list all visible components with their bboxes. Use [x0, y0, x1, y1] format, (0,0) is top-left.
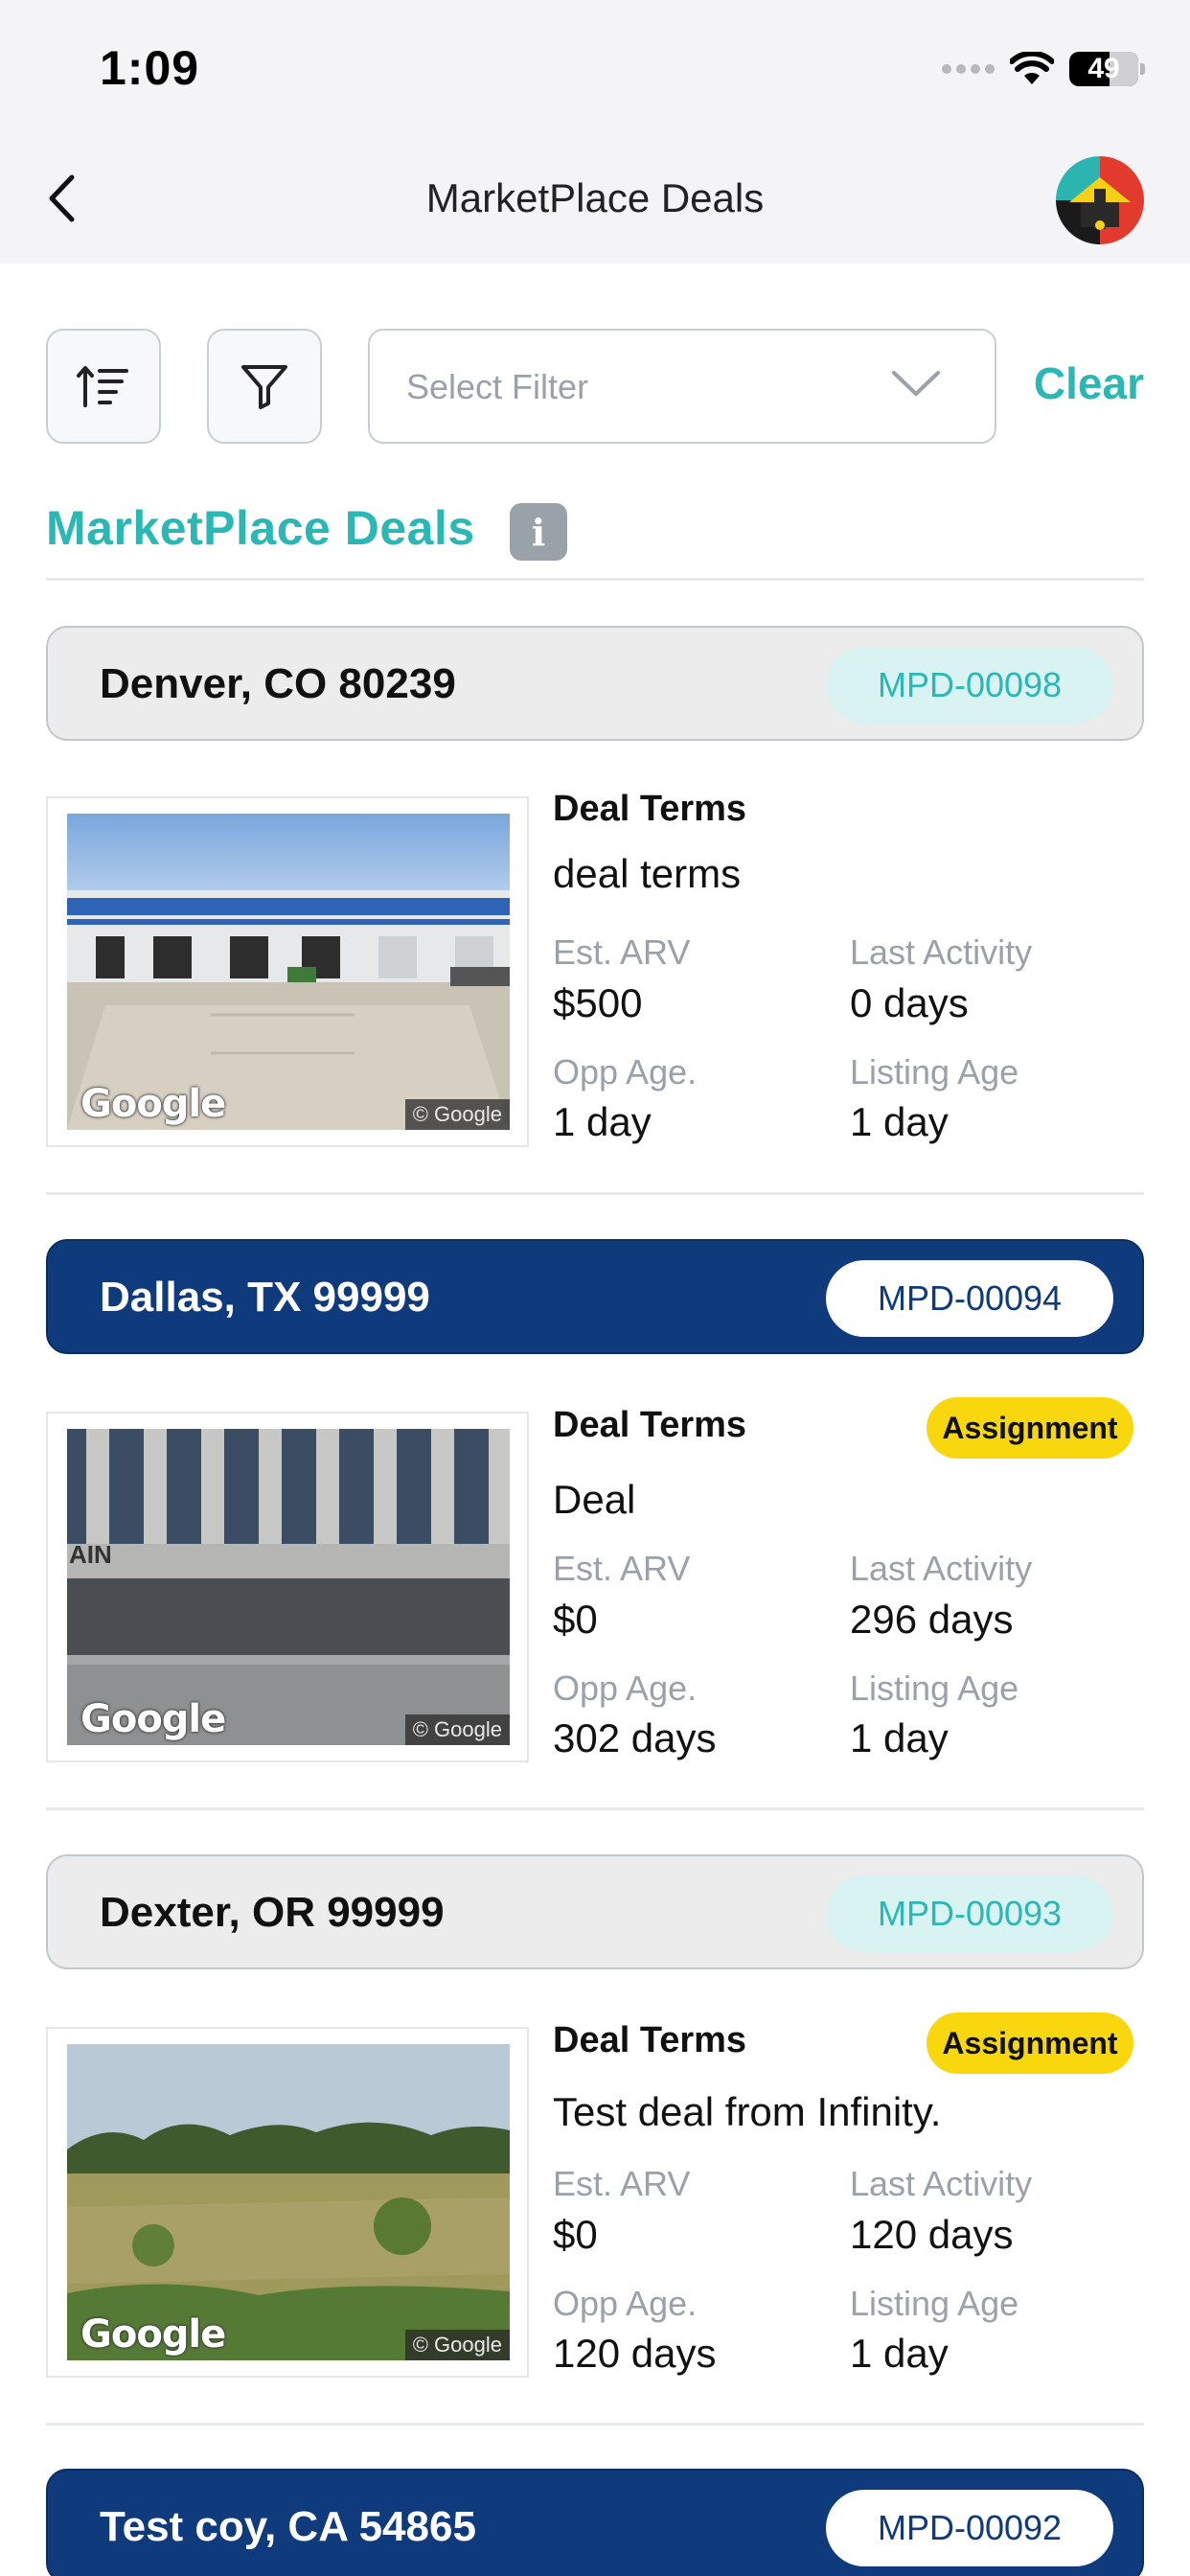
info-icon[interactable]: i [510, 503, 567, 561]
status-bar: 1:09 49 [0, 0, 1190, 139]
section-title: MarketPlace Deals [46, 501, 475, 555]
est-arv-label: Est. ARV [553, 2164, 691, 2203]
est-arv-value: $0 [553, 1597, 598, 1642]
select-filter-placeholder: Select Filter [406, 367, 589, 406]
avatar[interactable] [1056, 156, 1144, 244]
opp-age-label: Opp Age. [553, 2284, 698, 2323]
listing-age-label: Listing Age [850, 1668, 1019, 1708]
deal-location: Dexter, OR 99999 [100, 1889, 445, 1936]
deal-terms-text: Test deal from Infinity. [553, 2089, 942, 2134]
select-filter-dropdown[interactable]: Select Filter [368, 329, 996, 444]
chevron-down-icon [892, 371, 940, 396]
deal-location: Denver, CO 80239 [100, 660, 456, 707]
filter-toolbar: Select Filter Clear [46, 329, 1144, 444]
listing-age-value: 1 day [850, 2331, 949, 2376]
opp-age-value: 302 days [553, 1715, 717, 1760]
status-time: 1:09 [100, 41, 200, 95]
opp-age-value: 120 days [553, 2331, 717, 2376]
sort-button[interactable] [46, 329, 161, 444]
deal-code-badge: MPD-00092 [826, 2490, 1113, 2566]
divider [46, 1807, 1144, 1810]
est-arv-label: Est. ARV [553, 1549, 691, 1588]
nav-bar: MarketPlace Deals [0, 139, 1190, 264]
est-arv-value: $500 [553, 980, 643, 1025]
deal-header[interactable]: Dexter, OR 99999 MPD-00093 [46, 1854, 1144, 1969]
opp-age-value: 1 day [553, 1099, 652, 1144]
deal-terms-label: Deal Terms [553, 2020, 747, 2060]
listing-age-label: Listing Age [850, 2284, 1019, 2323]
property-photo[interactable]: AIN Google © Google [46, 1412, 529, 1762]
last-activity-label: Last Activity [850, 2164, 1033, 2203]
deal-terms-label: Deal Terms [553, 1405, 747, 1445]
google-copyright: © Google [404, 2330, 510, 2360]
battery-level: 49 [1087, 53, 1120, 84]
deal-header[interactable]: Test coy, CA 54865 MPD-00092 [46, 2469, 1144, 2576]
last-activity-value: 0 days [850, 980, 969, 1025]
deal-code-badge: MPD-00098 [826, 647, 1113, 724]
battery-icon: 49 [1069, 52, 1145, 86]
deal-terms-label: Deal Terms [553, 789, 747, 829]
last-activity-label: Last Activity [850, 932, 1033, 972]
divider [46, 2423, 1144, 2426]
wifi-icon [1010, 52, 1054, 84]
deal-header[interactable]: Dallas, TX 99999 MPD-00094 [46, 1239, 1144, 1354]
filter-button[interactable] [207, 329, 322, 444]
opp-age-label: Opp Age. [553, 1668, 698, 1708]
deal-location: Test coy, CA 54865 [100, 2503, 476, 2550]
last-activity-value: 120 days [850, 2212, 1014, 2257]
last-activity-label: Last Activity [850, 1549, 1033, 1588]
deal-location: Dallas, TX 99999 [100, 1274, 430, 1321]
last-activity-value: 296 days [850, 1597, 1014, 1642]
funnel-icon [241, 365, 287, 409]
deal-header[interactable]: Denver, CO 80239 MPD-00098 [46, 626, 1144, 741]
google-copyright: © Google [404, 1714, 510, 1745]
sort-icon [77, 366, 128, 407]
deal-code-badge: MPD-00093 [826, 1875, 1113, 1952]
property-photo[interactable]: Google © Google [46, 2027, 529, 2378]
est-arv-label: Est. ARV [553, 932, 691, 972]
assignment-badge: Assignment [927, 1397, 1133, 1459]
property-photo[interactable]: Google © Google [46, 796, 529, 1147]
divider [46, 578, 1144, 581]
opp-age-label: Opp Age. [553, 1052, 698, 1092]
listing-age-label: Listing Age [850, 1052, 1019, 1092]
assignment-badge: Assignment [927, 2012, 1133, 2074]
deal-code-badge: MPD-00094 [826, 1260, 1113, 1337]
google-logo: Google [80, 1697, 226, 1741]
status-indicators: 49 [942, 52, 1145, 86]
google-logo: Google [80, 2312, 226, 2357]
google-logo: Google [80, 1082, 226, 1126]
deal-terms-text: Deal [553, 1477, 636, 1522]
clear-button[interactable]: Clear [1034, 357, 1144, 409]
listing-age-value: 1 day [850, 1715, 949, 1760]
page-title: MarketPlace Deals [425, 175, 765, 220]
listing-age-value: 1 day [850, 1099, 949, 1144]
deal-terms-text: deal terms [553, 851, 742, 896]
svg-text:AIN: AIN [69, 1540, 112, 1569]
est-arv-value: $0 [553, 2212, 598, 2257]
google-copyright: © Google [404, 1099, 510, 1130]
cellular-signal-icon [942, 64, 995, 74]
divider [46, 1192, 1144, 1195]
